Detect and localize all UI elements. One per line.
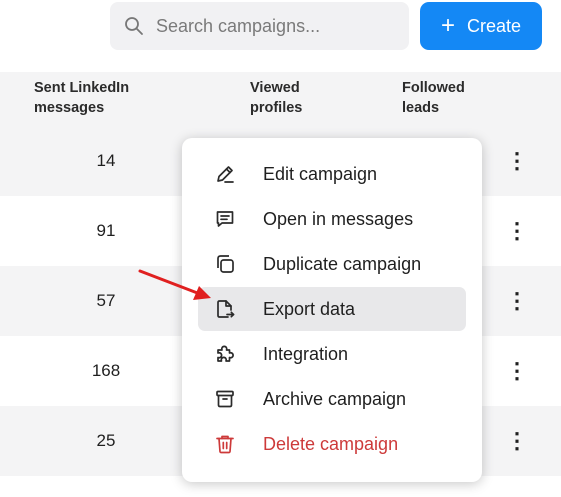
menu-item-label: Open in messages [263, 208, 414, 229]
row-actions-button[interactable]: ⋮ [506, 286, 528, 316]
create-button-label: Create [466, 15, 522, 36]
toolbar: + Create [0, 0, 561, 72]
message-icon [214, 208, 236, 230]
kebab-icon: ⋮ [506, 218, 528, 243]
menu-item-label: Archive campaign [263, 388, 407, 409]
search-icon [124, 16, 144, 36]
search-input[interactable] [156, 15, 386, 37]
sent-messages-cell: 25 [96, 431, 116, 450]
trash-icon [214, 433, 236, 455]
menu-item-label: Export data [263, 298, 356, 319]
menu-item-label: Integration [263, 343, 349, 364]
column-header-viewed-profiles: Viewed profiles [250, 80, 303, 116]
menu-item-label: Delete campaign [263, 433, 399, 454]
puzzle-icon [214, 343, 236, 365]
sent-messages-cell: 168 [91, 361, 121, 380]
table-header: Sent LinkedIn messages Viewed profiles F… [0, 72, 561, 126]
pencil-icon [214, 163, 236, 185]
row-actions-button[interactable]: ⋮ [506, 356, 528, 386]
menu-item-label: Edit campaign [263, 163, 378, 184]
row-actions-button[interactable]: ⋮ [506, 146, 528, 176]
kebab-icon: ⋮ [506, 358, 528, 383]
column-header-sent-messages: Sent LinkedIn messages [34, 80, 130, 116]
menu-item-archive-campaign[interactable]: Archive campaign [198, 377, 466, 421]
menu-item-label: Duplicate campaign [263, 253, 422, 274]
menu-item-integration[interactable]: Integration [198, 332, 466, 376]
menu-item-duplicate-campaign[interactable]: Duplicate campaign [198, 242, 466, 286]
copy-icon [214, 253, 236, 275]
kebab-icon: ⋮ [506, 288, 528, 313]
file-export-icon [214, 298, 236, 320]
sent-messages-cell: 91 [96, 221, 116, 240]
row-actions-button[interactable]: ⋮ [506, 216, 528, 246]
archive-icon [214, 388, 236, 410]
row-actions-button[interactable]: ⋮ [506, 426, 528, 456]
menu-item-edit-campaign[interactable]: Edit campaign [198, 152, 466, 196]
search-box[interactable] [110, 2, 409, 50]
create-button[interactable]: + Create [420, 2, 542, 50]
campaign-actions-menu: Edit campaign Open in messages Duplicate… [182, 138, 482, 482]
plus-icon: + [440, 12, 455, 39]
kebab-icon: ⋮ [506, 148, 528, 173]
sent-messages-cell: 14 [96, 151, 116, 170]
column-header-followed-leads: Followed leads [402, 80, 465, 116]
sent-messages-cell: 57 [96, 291, 116, 310]
menu-item-open-in-messages[interactable]: Open in messages [198, 197, 466, 241]
menu-item-export-data[interactable]: Export data [198, 287, 466, 331]
menu-item-delete-campaign[interactable]: Delete campaign [198, 422, 466, 466]
kebab-icon: ⋮ [506, 428, 528, 453]
